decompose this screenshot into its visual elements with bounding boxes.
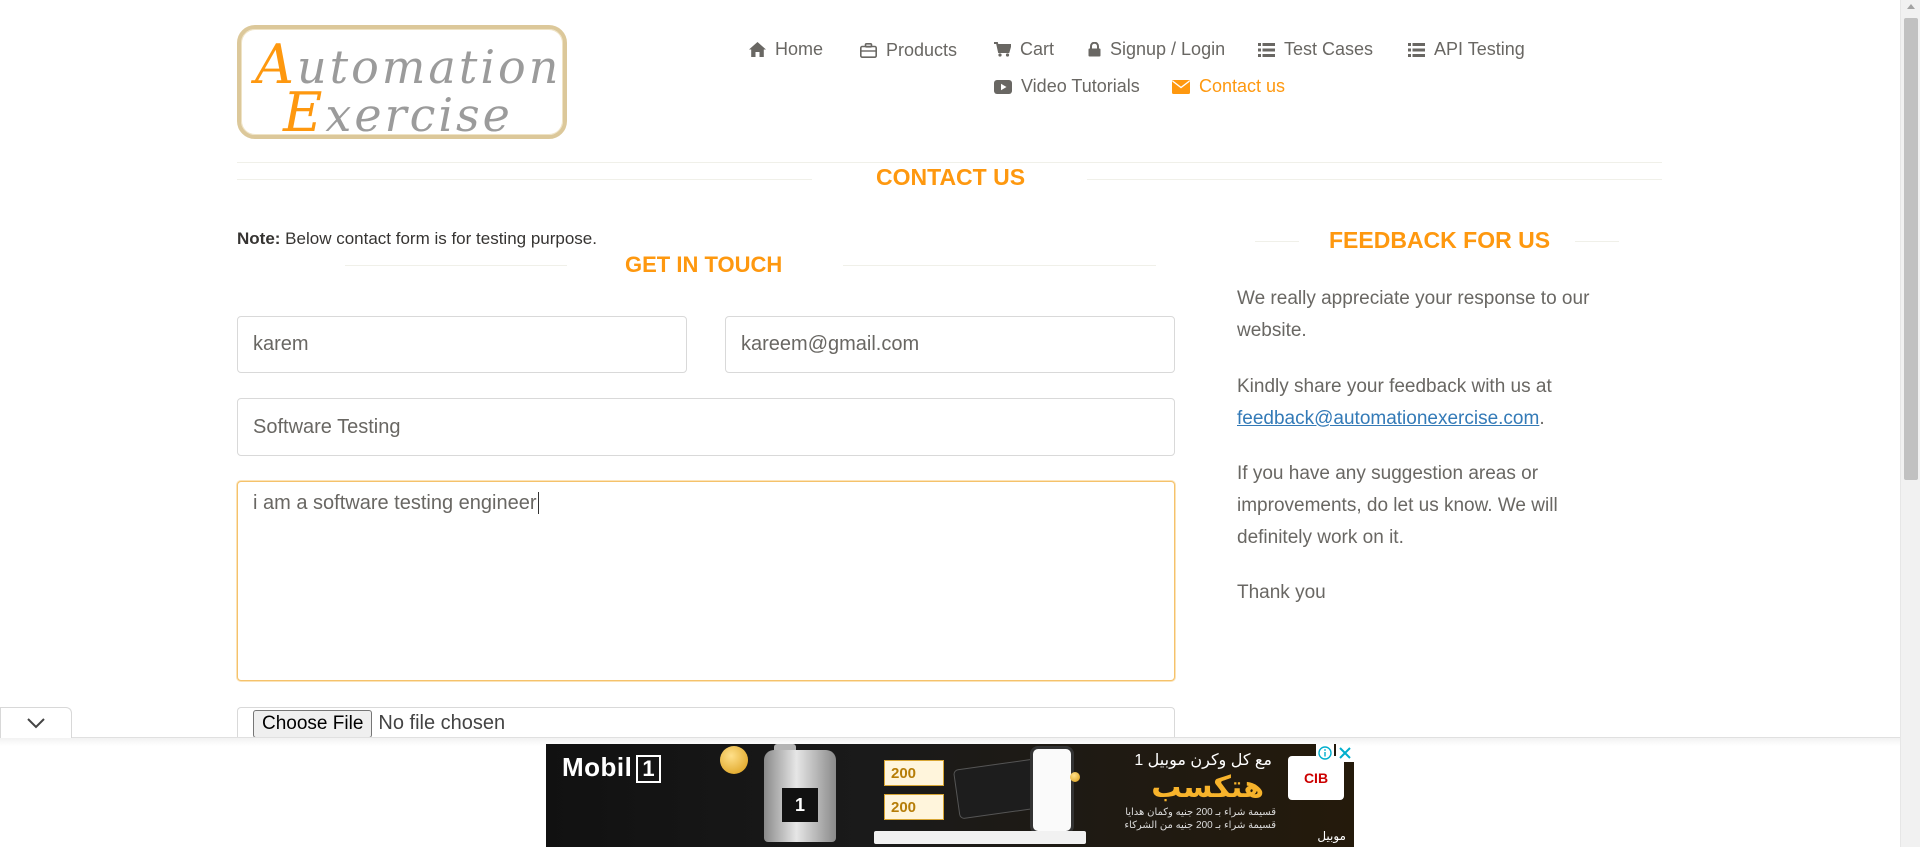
logo-line-2: Exercise bbox=[283, 81, 513, 144]
ad-coin-icon bbox=[720, 746, 748, 774]
ad-oil-bottle: 1 bbox=[764, 750, 836, 842]
form-note: Note: Below contact form is for testing … bbox=[237, 229, 597, 249]
file-status-text: No file chosen bbox=[378, 712, 506, 734]
ad-bottle-label: 1 bbox=[782, 788, 818, 822]
name-input[interactable]: karem bbox=[237, 316, 687, 373]
note-text: Below contact form is for testing purpos… bbox=[280, 229, 597, 248]
nav-signup-login-label: Signup / Login bbox=[1110, 39, 1226, 59]
feedback-p2-suffix: . bbox=[1539, 408, 1545, 429]
email-input-value: kareem@gmail.com bbox=[741, 333, 920, 355]
feedback-paragraph-1: We really appreciate your response to ou… bbox=[1237, 288, 1590, 341]
ad-brand-one: 1 bbox=[636, 755, 662, 783]
email-input[interactable]: kareem@gmail.com bbox=[725, 316, 1175, 373]
feedback-email-link[interactable]: feedback@automationexercise.com bbox=[1237, 408, 1539, 429]
header-divider-top bbox=[237, 162, 1662, 163]
feedback-paragraph-3: If you have any suggestion areas or impr… bbox=[1237, 463, 1558, 548]
page-title: CONTACT US bbox=[876, 164, 1026, 190]
text-caret bbox=[537, 492, 539, 514]
nav-api-testing-label: API Testing bbox=[1434, 39, 1525, 59]
list-icon bbox=[1258, 42, 1275, 57]
advertisement-banner[interactable]: Mobil 1 1 200 200 مع كل وكرن موبيل 1 هتكس… bbox=[546, 744, 1354, 847]
scroll-up-arrow-icon[interactable] bbox=[1907, 4, 1915, 9]
ad-coin-small-icon bbox=[1070, 772, 1080, 782]
get-in-touch-line-left bbox=[345, 265, 567, 266]
ad-headline: مع كل وكرن موبيل 1 bbox=[1134, 752, 1272, 769]
name-input-value: karem bbox=[253, 333, 309, 355]
info-icon bbox=[1318, 746, 1332, 760]
ad-brand-logo: Mobil 1 bbox=[562, 752, 662, 783]
nav-video-tutorials[interactable]: Video Tutorials bbox=[994, 76, 1140, 97]
feedback-heading: FEEDBACK FOR US bbox=[1329, 227, 1551, 253]
site-logo[interactable]: Automation Exercise bbox=[237, 25, 567, 144]
subject-input-value: Software Testing bbox=[253, 415, 401, 438]
nav-test-cases-label: Test Cases bbox=[1284, 39, 1374, 59]
feedback-paragraph-4: Thank you bbox=[1237, 582, 1326, 603]
file-upload-field[interactable]: Choose File No file chosen bbox=[237, 707, 1175, 739]
logo-cap-e: E bbox=[283, 81, 326, 144]
nav-products[interactable]: Products bbox=[860, 40, 957, 61]
briefcase-icon bbox=[860, 43, 877, 58]
feedback-line-right bbox=[1575, 241, 1619, 242]
note-label: Note: bbox=[237, 229, 281, 248]
home-icon bbox=[749, 42, 766, 57]
ad-details: قسيمة شراء بـ 200 جنيه وكمان هدايا قسيمة … bbox=[1124, 806, 1276, 832]
ad-credit-card bbox=[952, 758, 1042, 820]
ad-partner-logos bbox=[874, 831, 1086, 844]
ad-details-line-1: قسيمة شراء بـ 200 جنيه وكمان هدايا bbox=[1125, 807, 1276, 818]
logo-text-2: xercise bbox=[325, 88, 513, 142]
nav-home-label: Home bbox=[775, 39, 824, 59]
title-line-right bbox=[1087, 179, 1662, 180]
message-textarea-value: i am a software testing engineer bbox=[253, 492, 537, 514]
nav-products-label: Products bbox=[886, 40, 958, 60]
ad-brand-text: Mobil bbox=[562, 752, 633, 782]
title-line-left bbox=[237, 179, 812, 180]
feedback-p2-prefix: Kindly share your feedback with us at bbox=[1237, 376, 1552, 397]
message-textarea[interactable]: i am a software testing engineer bbox=[237, 481, 1175, 681]
nav-test-cases[interactable]: Test Cases bbox=[1258, 39, 1373, 60]
nav-cart-label: Cart bbox=[1020, 39, 1055, 59]
ad-mobile-brand: موبيل bbox=[1317, 829, 1346, 843]
ad-info-button[interactable] bbox=[1316, 744, 1334, 762]
nav-video-tutorials-label: Video Tutorials bbox=[1021, 76, 1140, 96]
nav-contact-us-label: Contact us bbox=[1199, 76, 1286, 96]
scrollbar-thumb[interactable] bbox=[1904, 18, 1918, 480]
page-scrollbar[interactable] bbox=[1900, 0, 1920, 847]
ad-bank-logo: CIB bbox=[1288, 756, 1344, 800]
feedback-line-left bbox=[1255, 241, 1299, 242]
list-icon bbox=[1408, 42, 1425, 57]
ad-voucher-1: 200 bbox=[884, 760, 944, 786]
ad-close-button[interactable] bbox=[1336, 744, 1354, 762]
subject-input[interactable]: Software Testing bbox=[237, 398, 1175, 456]
envelope-icon bbox=[1172, 79, 1190, 94]
ad-collapse-button[interactable] bbox=[0, 707, 72, 738]
choose-file-button[interactable]: Choose File bbox=[253, 709, 373, 738]
get-in-touch-heading: GET IN TOUCH bbox=[625, 252, 783, 277]
ad-headline-big: هتكسب bbox=[1151, 771, 1264, 804]
feedback-paragraph-2: Kindly share your feedback with us at fe… bbox=[1237, 371, 1627, 435]
ad-voucher-2: 200 bbox=[884, 794, 944, 820]
youtube-icon bbox=[994, 79, 1012, 94]
nav-signup-login[interactable]: Signup / Login bbox=[1088, 39, 1225, 60]
ad-details-line-2: قسيمة شراء بـ 200 جنيه من الشركاء bbox=[1124, 820, 1276, 831]
lock-icon bbox=[1088, 42, 1101, 57]
chevron-down-icon bbox=[27, 718, 45, 729]
nav-api-testing[interactable]: API Testing bbox=[1408, 39, 1525, 60]
close-icon bbox=[1339, 747, 1351, 759]
get-in-touch-line-right bbox=[843, 265, 1156, 266]
nav-home[interactable]: Home bbox=[749, 39, 823, 60]
nav-contact-us[interactable]: Contact us bbox=[1172, 76, 1285, 97]
cart-icon bbox=[994, 42, 1011, 57]
ad-phone-image bbox=[1030, 746, 1074, 834]
nav-cart[interactable]: Cart bbox=[994, 39, 1054, 60]
